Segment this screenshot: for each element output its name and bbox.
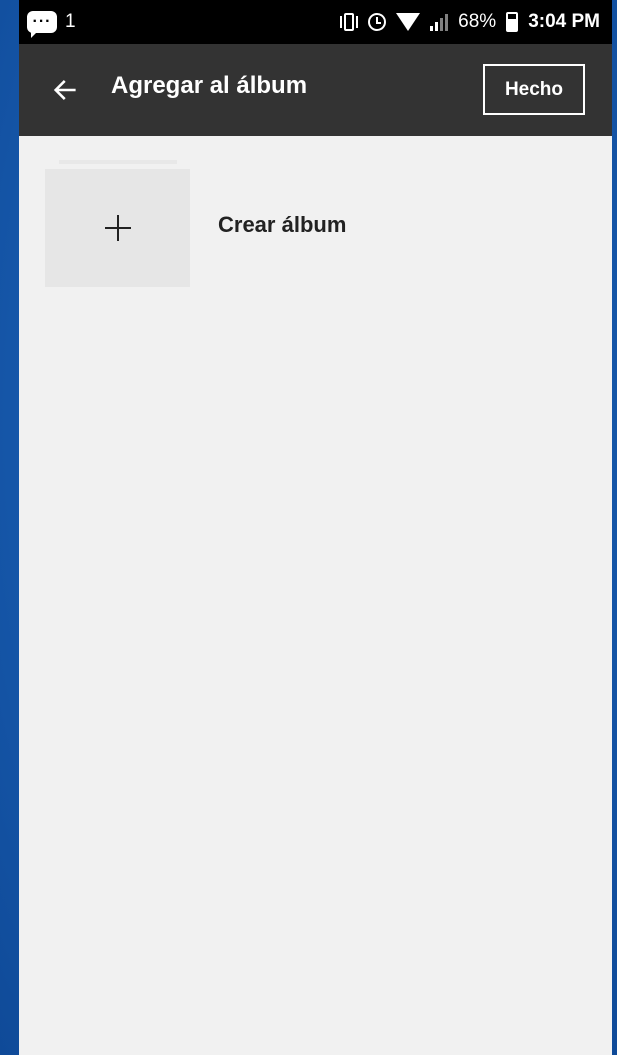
- alarm-icon: [368, 13, 387, 31]
- status-left: ··· 1: [27, 11, 76, 38]
- notification-count: 1: [65, 11, 76, 32]
- create-album-thumbnail[interactable]: [45, 169, 190, 287]
- album-stack-edge: [59, 160, 177, 164]
- back-button[interactable]: [49, 74, 81, 106]
- status-right: 68% 3:04 PM: [340, 11, 600, 33]
- done-button[interactable]: Hecho: [483, 64, 585, 115]
- message-icon: ···: [27, 11, 57, 38]
- signal-icon: [430, 13, 449, 31]
- plus-icon: [104, 215, 131, 241]
- status-bar: ··· 1 68% 3:04 PM: [19, 0, 612, 44]
- arrow-left-icon: [53, 80, 76, 100]
- app-bar: Agregar al álbum Hecho: [19, 44, 612, 136]
- create-album-label: Crear álbum: [218, 212, 347, 237]
- status-time: 3:04 PM: [528, 11, 600, 32]
- wifi-icon: [396, 13, 421, 31]
- page-title: Agregar al álbum: [111, 72, 308, 99]
- create-album-item[interactable]: Crear álbum: [45, 160, 585, 290]
- phone-screen: ··· 1 68% 3:04 PM Agregar al álbum Hecho: [19, 0, 612, 1055]
- battery-icon: [506, 12, 519, 32]
- battery-percent: 68%: [458, 11, 497, 32]
- vibrate-icon: [340, 13, 359, 31]
